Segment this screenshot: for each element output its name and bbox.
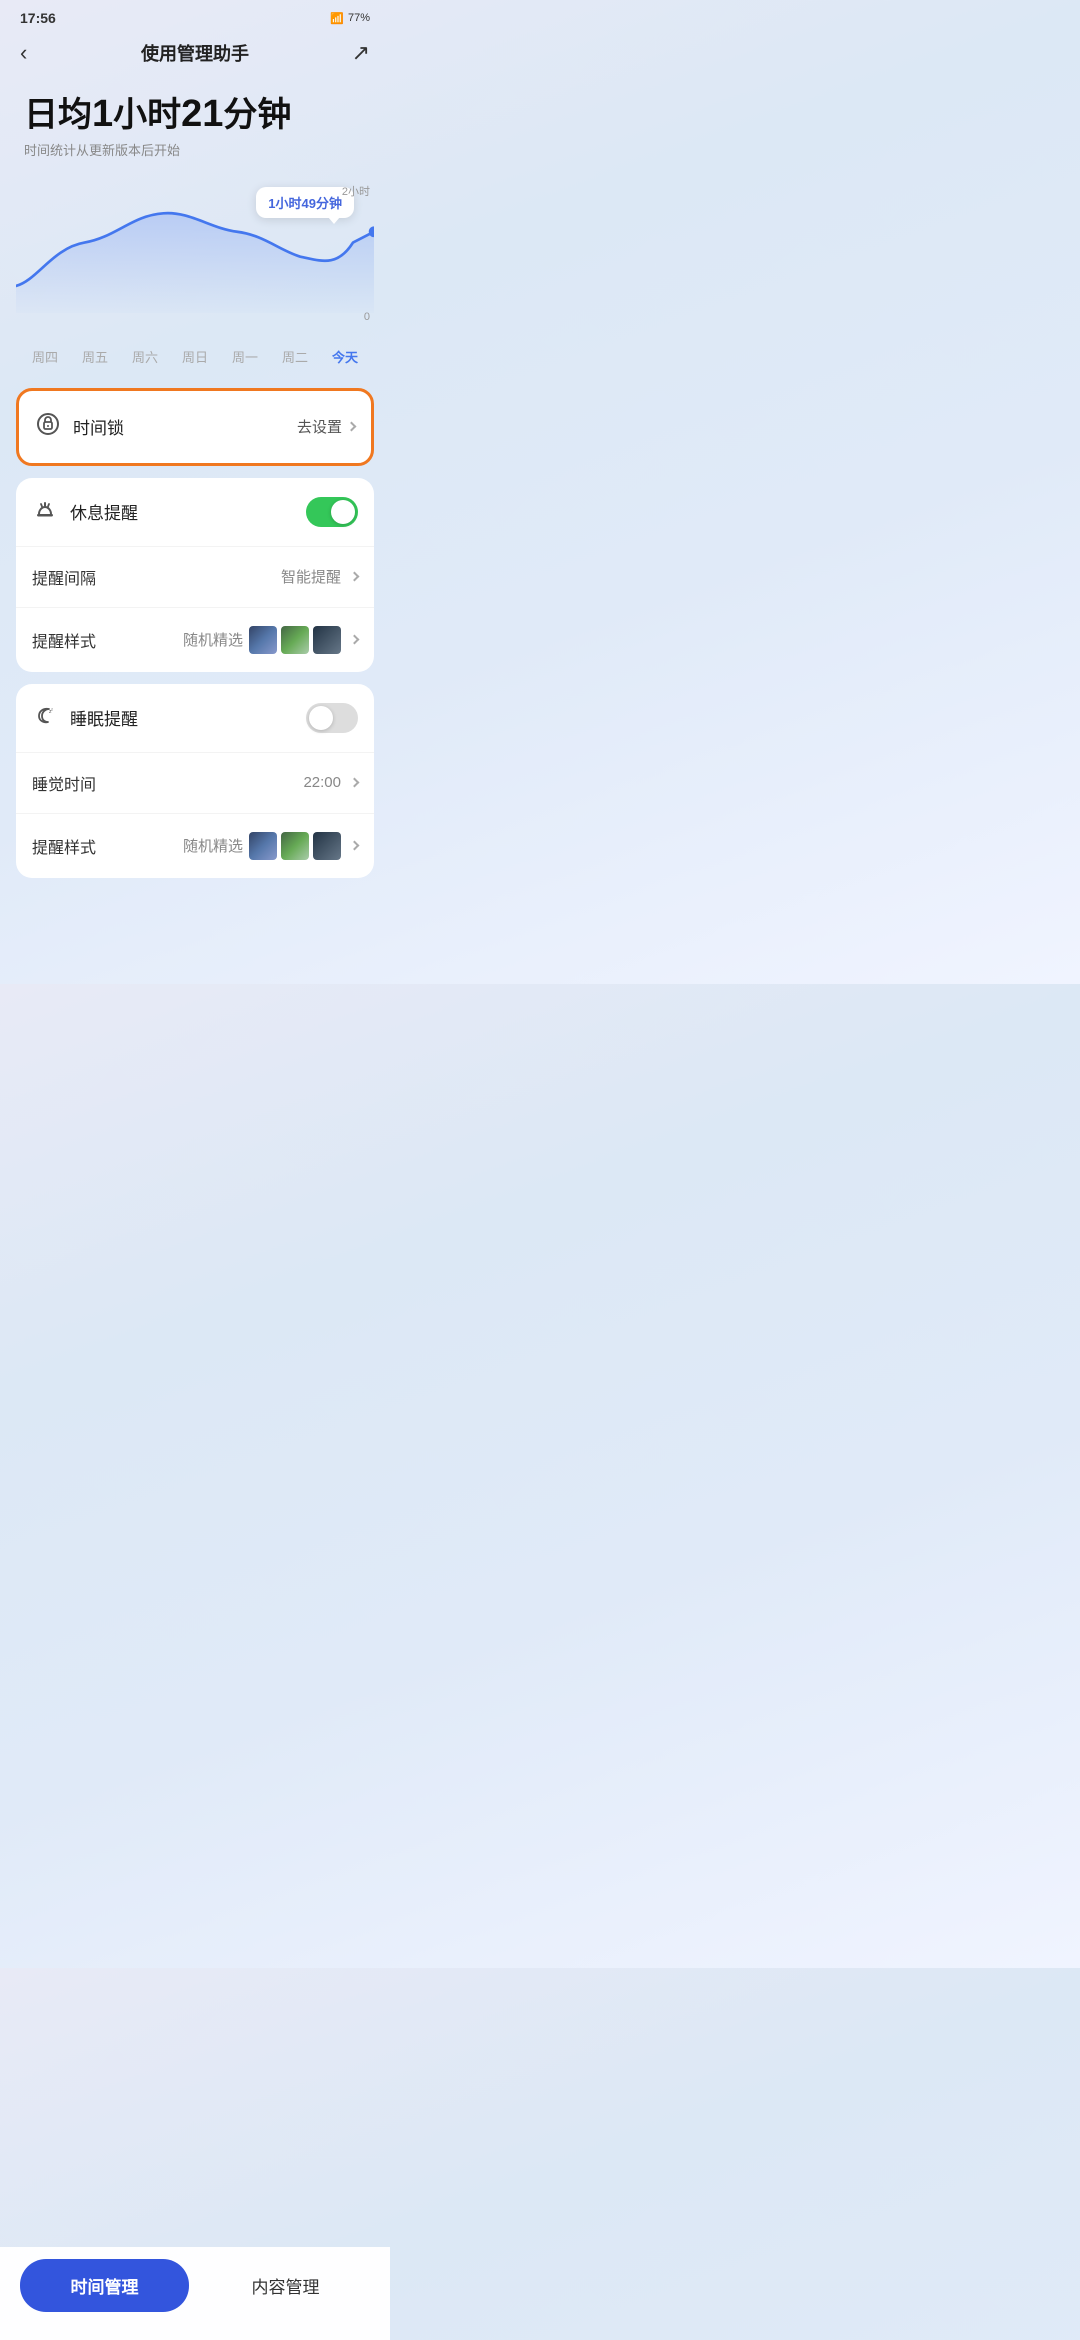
tab-time-management[interactable]: 时间管理 [20,2259,189,2312]
rest-interval-row[interactable]: 提醒间隔 智能提醒 [16,546,374,607]
bottom-tab-bar: 时间管理 内容管理 [0,2247,390,2340]
rest-thumb-1 [249,626,277,654]
time-lock-icon [35,411,61,443]
sleep-style-value: 随机精选 [183,832,358,860]
sleep-icon: z z [32,702,58,734]
style-chevron [350,635,360,645]
sleep-time-chevron [350,778,360,788]
daily-average-section: 日均1小时21分钟 时间统计从更新版本后开始 [0,78,390,167]
x-label-fri: 周五 [82,347,108,366]
usage-chart: 1小时49分钟 2小时 0 [0,183,390,343]
sleep-style-chevron [350,841,360,851]
rest-reminder-card: 休息提醒 提醒间隔 智能提醒 提醒样式 随机精选 [16,478,374,672]
time-lock-chevron [347,422,357,432]
sleep-thumbnails [249,832,341,860]
x-label-thu: 周四 [32,347,58,366]
sleep-time-label: 睡觉时间 [32,771,96,795]
status-icons: 📶 77% [330,12,370,25]
sleep-thumb-1 [249,832,277,860]
rest-icon [32,496,58,528]
rest-style-row[interactable]: 提醒样式 随机精选 [16,607,374,672]
sleep-label: 睡眠提醒 [70,705,138,730]
svg-text:z: z [51,706,53,711]
nav-bar: ‹ 使用管理助手 ↗ [0,32,390,78]
time-lock-label: 时间锁 [73,414,124,439]
status-bar: 17:56 📶 77% [0,0,390,32]
page-title: 使用管理助手 [141,40,249,66]
sleep-thumb-2 [281,832,309,860]
rest-thumb-2 [281,626,309,654]
sleep-time-row[interactable]: 睡觉时间 22:00 [16,752,374,813]
rest-interval-value: 智能提醒 [281,566,358,587]
sleep-reminder-card: z z 睡眠提醒 睡觉时间 22:00 提醒样式 随机精选 [16,684,374,878]
x-label-today: 今天 [332,347,358,366]
sleep-time-value: 22:00 [303,774,358,791]
cards-section: 时间锁 去设置 休息提醒 [0,370,390,894]
time-lock-action[interactable]: 去设置 [297,416,355,437]
sleep-style-label: 提醒样式 [32,834,96,858]
rest-style-value: 随机精选 [183,626,358,654]
x-label-tue: 周二 [282,347,308,366]
sleep-reminder-header: z z 睡眠提醒 [16,684,374,752]
rest-toggle[interactable] [306,497,358,527]
daily-average-subtitle: 时间统计从更新版本后开始 [24,140,366,159]
chart-svg-container [16,183,374,313]
interval-chevron [350,572,360,582]
share-button[interactable]: ↗ [334,40,370,66]
chart-x-axis: 周四 周五 周六 周日 周一 周二 今天 [0,343,390,370]
rest-label: 休息提醒 [70,499,138,524]
rest-thumbnails [249,626,341,654]
daily-average-value: 日均1小时21分钟 [24,94,366,136]
sleep-toggle[interactable] [306,703,358,733]
tab-content-management[interactable]: 内容管理 [201,2259,370,2312]
x-label-mon: 周一 [232,347,258,366]
rest-interval-label: 提醒间隔 [32,565,96,589]
rest-reminder-header: 休息提醒 [16,478,374,546]
sleep-thumb-3 [313,832,341,860]
usage-line-chart [16,183,374,313]
x-label-sun: 周日 [182,347,208,366]
rest-thumb-3 [313,626,341,654]
battery-icon: 77% [348,12,370,24]
x-label-sat: 周六 [132,347,158,366]
signal-icon: 📶 [330,12,344,25]
sleep-style-row[interactable]: 提醒样式 随机精选 [16,813,374,878]
time-lock-left: 时间锁 [35,411,124,443]
rest-style-label: 提醒样式 [32,628,96,652]
status-time: 17:56 [20,10,56,26]
time-lock-card: 时间锁 去设置 [16,388,374,466]
back-button[interactable]: ‹ [20,40,56,66]
